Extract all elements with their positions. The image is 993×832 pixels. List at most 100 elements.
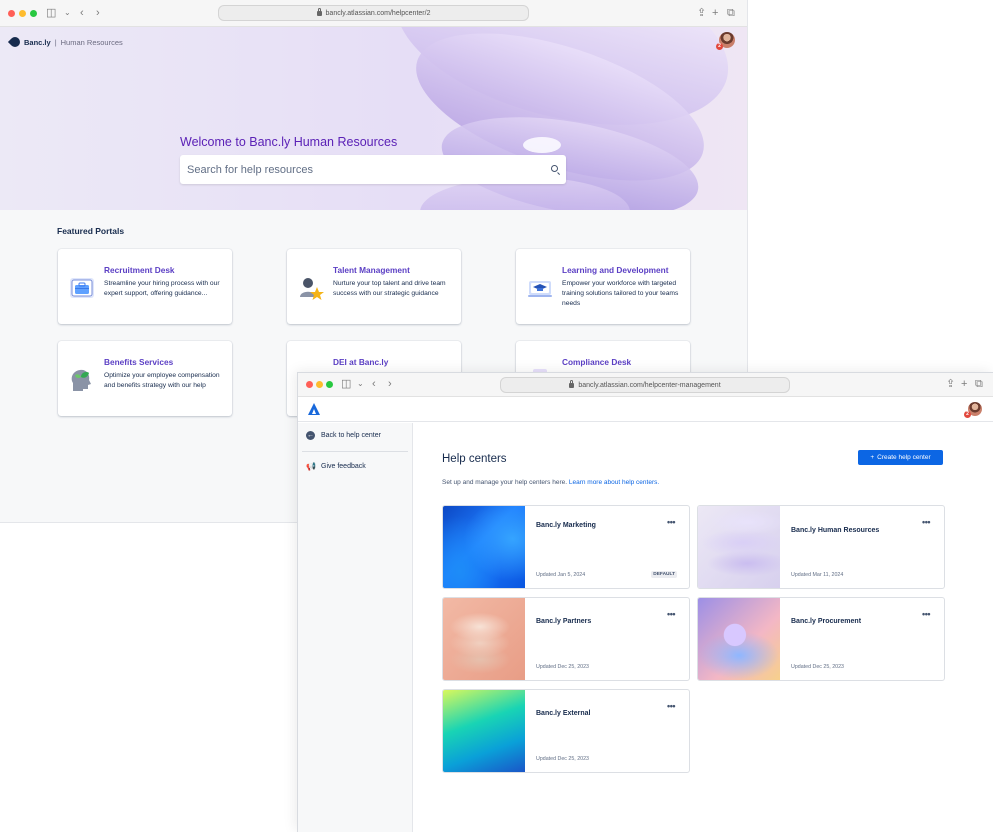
give-feedback-link[interactable]: 📢 Give feedback (306, 462, 366, 471)
sidebar-toggle-icon[interactable]: ◫ (341, 377, 351, 391)
brand-link[interactable]: Banc.ly | Human Resources (7, 34, 123, 50)
sidebar-item-label: Back to help center (321, 432, 381, 439)
main-content: Help centers + Create help center Set up… (414, 423, 993, 832)
briefcase-icon (70, 278, 94, 298)
back-arrow-icon[interactable]: ‹ (80, 6, 84, 20)
updated-date: Updated Dec 25, 2023 (791, 664, 845, 670)
minimize-window-button[interactable] (316, 381, 323, 388)
more-actions-button[interactable]: ••• (667, 518, 675, 527)
brand-name: Banc.ly (24, 37, 51, 47)
top-navigation: 2 (298, 397, 993, 422)
help-center-banner-image (698, 506, 780, 588)
url-text: bancly.atlassian.com/helpcenter/2 (325, 9, 431, 17)
help-search-input[interactable]: Search for help resources (180, 155, 566, 184)
brand-section: Human Resources (60, 37, 123, 47)
search-icon[interactable] (551, 165, 558, 172)
notification-badge: 2 (964, 411, 971, 418)
portal-title: Talent Management (333, 265, 410, 275)
help-center-banner-image (443, 598, 525, 680)
sidebar: ← Back to help center 📢 Give feedback (298, 423, 413, 832)
portal-card-learning[interactable]: Learning and Development Empower your wo… (516, 249, 690, 324)
close-window-button[interactable] (8, 10, 15, 17)
notification-badge: 2 (716, 43, 723, 50)
back-to-help-center-link[interactable]: ← Back to help center (306, 431, 381, 440)
atlassian-logo-icon[interactable] (308, 403, 320, 415)
button-label: Create help center (877, 454, 931, 461)
portal-title: Benefits Services (104, 357, 174, 367)
minimize-window-button[interactable] (19, 10, 26, 17)
portal-title: DEI at Banc.ly (333, 357, 389, 367)
subtitle-text: Set up and manage your help centers here… (442, 479, 568, 486)
portal-card-recruitment[interactable]: Recruitment Desk Streamline your hiring … (58, 249, 232, 324)
portal-description: Optimize your employee compensation and … (104, 372, 220, 389)
create-help-center-button[interactable]: + Create help center (858, 450, 943, 465)
back-arrow-icon[interactable]: ‹ (372, 377, 376, 391)
help-center-card-marketing[interactable]: Banc.ly Marketing ••• Updated Jan 5, 202… (442, 505, 690, 589)
portal-description: Nurture your top talent and drive team s… (333, 280, 446, 297)
new-tab-icon[interactable]: + (712, 6, 718, 20)
decorative-shape (523, 137, 561, 153)
more-actions-button[interactable]: ••• (667, 702, 675, 711)
chevron-down-icon[interactable]: ⌄ (357, 377, 364, 391)
portal-title: Learning and Development (562, 265, 669, 275)
welcome-heading: Welcome to Banc.ly Human Resources (180, 135, 398, 149)
help-center-name: Banc.ly External (536, 710, 591, 717)
page-subtitle: Set up and manage your help centers here… (442, 479, 659, 486)
address-bar[interactable]: bancly.atlassian.com/helpcenter/2 (218, 5, 529, 21)
management-browser-window: ◫ ⌄ ‹ › bancly.atlassian.com/helpcenter-… (298, 373, 993, 832)
portal-description: Streamline your hiring process with our … (104, 280, 220, 297)
sidebar-item-label: Give feedback (321, 463, 366, 470)
forward-arrow-icon[interactable]: › (388, 377, 392, 391)
address-bar[interactable]: bancly.atlassian.com/helpcenter-manageme… (500, 377, 790, 393)
help-center-card-hr[interactable]: Banc.ly Human Resources ••• Updated Mar … (697, 505, 945, 589)
star-person-icon (300, 278, 324, 300)
head-leaf-icon (71, 369, 91, 391)
share-icon[interactable]: ⇪ (697, 6, 706, 20)
megaphone-icon: 📢 (306, 462, 316, 471)
help-center-card-procurement[interactable]: Banc.ly Procurement ••• Updated Dec 25, … (697, 597, 945, 681)
forward-arrow-icon[interactable]: › (96, 6, 100, 20)
default-badge: DEFAULT (651, 571, 677, 578)
page-title: Help centers (442, 453, 507, 465)
sidebar-toggle-icon[interactable]: ◫ (46, 6, 56, 20)
zoom-window-button[interactable] (30, 10, 37, 17)
chevron-down-icon[interactable]: ⌄ (64, 6, 71, 20)
updated-date: Updated Mar 11, 2024 (791, 572, 844, 578)
zoom-window-button[interactable] (326, 381, 333, 388)
hero-banner: Banc.ly | Human Resources 2 Welcome to B… (0, 27, 747, 210)
more-actions-button[interactable]: ••• (667, 610, 675, 619)
featured-portals-heading: Featured Portals (57, 226, 125, 236)
updated-date: Updated Dec 25, 2023 (536, 664, 590, 670)
help-center-card-partners[interactable]: Banc.ly Partners ••• Updated Dec 25, 202… (442, 597, 690, 681)
more-actions-button[interactable]: ••• (922, 518, 930, 527)
share-icon[interactable]: ⇪ (946, 377, 955, 391)
lock-icon (316, 7, 322, 16)
search-placeholder: Search for help resources (187, 163, 313, 176)
help-center-banner-image (443, 506, 525, 588)
more-actions-button[interactable]: ••• (922, 610, 930, 619)
lock-icon (569, 379, 575, 388)
bancly-logo-icon (7, 34, 23, 50)
browser-toolbar: ◫ ⌄ ‹ › bancly.atlassian.com/helpcenter/… (0, 0, 747, 27)
close-window-button[interactable] (306, 381, 313, 388)
browser-toolbar: ◫ ⌄ ‹ › bancly.atlassian.com/helpcenter-… (298, 373, 993, 397)
new-tab-icon[interactable]: + (961, 377, 967, 391)
tab-overview-icon[interactable]: ⧉ (975, 377, 983, 391)
url-text: bancly.atlassian.com/helpcenter-manageme… (578, 381, 721, 389)
portal-title: Compliance Desk (562, 357, 632, 367)
help-center-banner-image (443, 690, 525, 772)
tab-overview-icon[interactable]: ⧉ (727, 6, 735, 20)
portal-card-talent[interactable]: Talent Management Nurture your top talen… (287, 249, 461, 324)
sidebar-divider (302, 451, 408, 452)
help-center-banner-image (698, 598, 780, 680)
help-center-name: Banc.ly Partners (536, 618, 592, 625)
updated-date: Updated Dec 25, 2023 (536, 756, 590, 762)
help-center-name: Banc.ly Marketing (536, 522, 596, 529)
plus-icon: + (870, 454, 875, 461)
portal-description: Empower your workforce with targeted tra… (562, 280, 679, 307)
learn-more-link[interactable]: Learn more about help centers. (569, 479, 659, 486)
portal-card-benefits[interactable]: Benefits Services Optimize your employee… (58, 341, 232, 416)
portal-title: Recruitment Desk (104, 265, 175, 275)
help-center-card-external[interactable]: Banc.ly External ••• Updated Dec 25, 202… (442, 689, 690, 773)
help-center-name: Banc.ly Procurement (791, 618, 862, 625)
